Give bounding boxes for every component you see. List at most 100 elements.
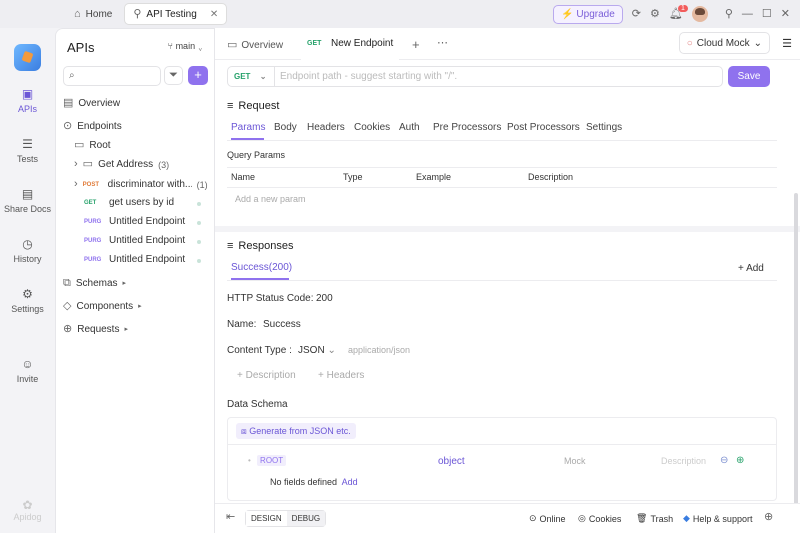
- schema-root-row[interactable]: • ROOT: [248, 455, 287, 466]
- cookies-button[interactable]: ◎ Cookies: [578, 513, 621, 524]
- rail-item-apis[interactable]: ▣ APIs: [0, 88, 55, 114]
- add-description-button[interactable]: + Description: [237, 370, 296, 381]
- design-debug-toggle[interactable]: DESIGN DEBUG: [245, 510, 327, 527]
- name-value[interactable]: Success: [263, 319, 301, 330]
- tab-new-endpoint-label: New Endpoint: [331, 37, 394, 49]
- avatar[interactable]: [691, 6, 708, 22]
- tests-icon: ☰: [22, 137, 33, 151]
- bell-icon[interactable]: 🔔︎ 1: [669, 4, 688, 20]
- endpoint-label: get users by id: [109, 197, 175, 208]
- add-field-link[interactable]: Add: [342, 477, 358, 487]
- sidebar-item-schemas[interactable]: ⧉ Schemas ▸: [63, 278, 127, 290]
- add-headers-button[interactable]: + Headers: [318, 370, 364, 381]
- sidebar-item-requests[interactable]: ⊕ Requests ▸: [63, 324, 128, 336]
- rail-item-tests[interactable]: ☰ Tests: [0, 138, 55, 164]
- maximize-icon[interactable]: ☐: [762, 8, 772, 20]
- more-icon[interactable]: ⋯: [437, 38, 448, 49]
- schema-divider: [228, 444, 776, 445]
- tree-item-endpoint[interactable]: PURG Untitled Endpoint: [84, 235, 185, 246]
- tree-item-endpoint[interactable]: PURG Untitled Endpoint: [84, 216, 185, 227]
- content-type-select[interactable]: JSON ⌄: [298, 345, 336, 356]
- rail-item-history[interactable]: ◷ History: [0, 238, 55, 264]
- close-window-icon[interactable]: ✕: [781, 8, 790, 20]
- add-tab-icon[interactable]: +: [412, 38, 420, 51]
- tab-params[interactable]: Params: [231, 122, 265, 133]
- tab-overview[interactable]: ▭ Overview: [227, 40, 283, 52]
- tab-settings[interactable]: Settings: [586, 122, 622, 133]
- rail-item-settings[interactable]: ⚙ Settings: [0, 288, 55, 314]
- tab-pre-processors[interactable]: Pre Processors: [433, 122, 501, 133]
- upgrade-label: Upgrade: [576, 8, 615, 20]
- filter-button[interactable]: ⏷: [164, 66, 183, 85]
- tab-post-processors[interactable]: Post Processors: [507, 122, 580, 133]
- tab-body[interactable]: Body: [274, 122, 297, 133]
- tab-auth[interactable]: Auth: [399, 122, 420, 133]
- close-tab-icon[interactable]: ✕: [210, 9, 218, 20]
- tree-folder-get-address[interactable]: › ▭ Get Address (3): [74, 158, 169, 171]
- notification-badge: 1: [677, 4, 688, 12]
- save-button[interactable]: Save: [728, 66, 770, 87]
- online-icon: ⊙: [529, 513, 537, 523]
- tab-success-200[interactable]: Success(200): [231, 262, 292, 273]
- debug-mode[interactable]: DEBUG: [286, 511, 326, 526]
- main-tabs: ▭ Overview GET New Endpoint + ⋯ ○ Cloud …: [215, 28, 800, 60]
- tree-item-endpoint[interactable]: PURG Untitled Endpoint: [84, 254, 185, 265]
- trash-button[interactable]: 🗑︎ Trash: [636, 513, 673, 524]
- environment-selector[interactable]: ○ Cloud Mock ⌄: [678, 32, 770, 54]
- upload-icon[interactable]: ⊕: [764, 512, 773, 523]
- add-param-input[interactable]: Add a new param: [235, 194, 306, 204]
- endpoint-path-input[interactable]: Endpoint path - suggest starting with "/…: [280, 71, 457, 82]
- tab-api-testing[interactable]: ⚲ API Testing ✕: [124, 3, 228, 25]
- branch-selector[interactable]: ⑂ main ⌄: [168, 41, 203, 51]
- remove-field-icon[interactable]: ⊖: [720, 455, 728, 466]
- help-button[interactable]: ◆ Help & support: [683, 513, 752, 524]
- status-dot: [197, 240, 201, 244]
- pin-icon[interactable]: ⚲: [725, 8, 733, 20]
- sidebar-title: APIs: [67, 40, 95, 55]
- gear-icon[interactable]: ⚙: [650, 8, 660, 20]
- tab-headers[interactable]: Headers: [307, 122, 345, 133]
- tree-item-endpoint[interactable]: › POST discriminator with... (1): [74, 179, 209, 191]
- upgrade-button[interactable]: ⚡ Upgrade: [552, 4, 623, 24]
- add-field-icon[interactable]: ⊕: [736, 455, 744, 466]
- home-icon: ⌂: [74, 7, 81, 20]
- filter-icon: ⏷: [169, 69, 178, 81]
- search-input[interactable]: ⌕: [63, 66, 161, 86]
- status-code-label: HTTP Status Code:: [227, 293, 314, 304]
- generate-from-json-button[interactable]: ⧈ Generate from JSON etc.: [236, 423, 356, 439]
- minimize-icon[interactable]: —: [742, 8, 753, 20]
- tab-new-endpoint[interactable]: GET New Endpoint: [301, 28, 400, 60]
- mock-input[interactable]: Mock: [564, 456, 586, 466]
- online-status[interactable]: ⊙ Online: [529, 513, 566, 524]
- tab-cookies[interactable]: Cookies: [354, 122, 390, 133]
- collapse-icon[interactable]: ⇤: [226, 512, 235, 523]
- status-code-value[interactable]: 200: [316, 293, 333, 304]
- menu-icon[interactable]: ☰: [782, 37, 792, 50]
- sidebar-item-endpoints[interactable]: ⊙ Endpoints: [63, 121, 122, 133]
- chevron-right-icon: ›: [74, 158, 78, 170]
- brand-watermark: ✿ Apidog: [0, 498, 55, 522]
- tab-home[interactable]: ⌂ Home: [66, 3, 120, 25]
- content-type-hint: application/json: [348, 345, 411, 355]
- rail-item-share-docs[interactable]: ▤ Share Docs: [0, 188, 55, 214]
- caret-right-icon: ▸: [122, 280, 127, 287]
- method-badge: PURG: [84, 218, 102, 225]
- app-logo: [14, 44, 41, 71]
- refresh-icon[interactable]: ⟳: [632, 8, 641, 20]
- title-bar: ⌂ Home ⚲ API Testing ✕ ⚡ Upgrade ⟳ ⚙ 🔔︎ 1…: [0, 0, 800, 28]
- root-type[interactable]: object: [438, 456, 465, 467]
- scrollbar[interactable]: [794, 193, 798, 523]
- add-response-button[interactable]: + Add: [738, 263, 764, 274]
- tree-root[interactable]: ▭ Root: [74, 140, 111, 152]
- rail-item-invite[interactable]: ☺ Invite: [0, 358, 55, 384]
- design-mode[interactable]: DESIGN: [246, 511, 287, 526]
- sidebar-item-overview[interactable]: ▤ Overview: [63, 98, 120, 110]
- data-schema-editor: ⧈ Generate from JSON etc. • ROOT object …: [227, 417, 777, 501]
- nav-rail: ▣ APIs ☰ Tests ▤ Share Docs ◷ History ⚙ …: [0, 28, 55, 533]
- rail-label-history: History: [13, 254, 42, 264]
- method-select[interactable]: GET ⌄: [234, 72, 266, 81]
- sidebar-item-components[interactable]: ◇ Components ▸: [63, 301, 142, 313]
- add-button[interactable]: +: [188, 66, 208, 85]
- description-input[interactable]: Description: [661, 456, 706, 466]
- tree-item-endpoint[interactable]: GET get users by id: [84, 197, 174, 208]
